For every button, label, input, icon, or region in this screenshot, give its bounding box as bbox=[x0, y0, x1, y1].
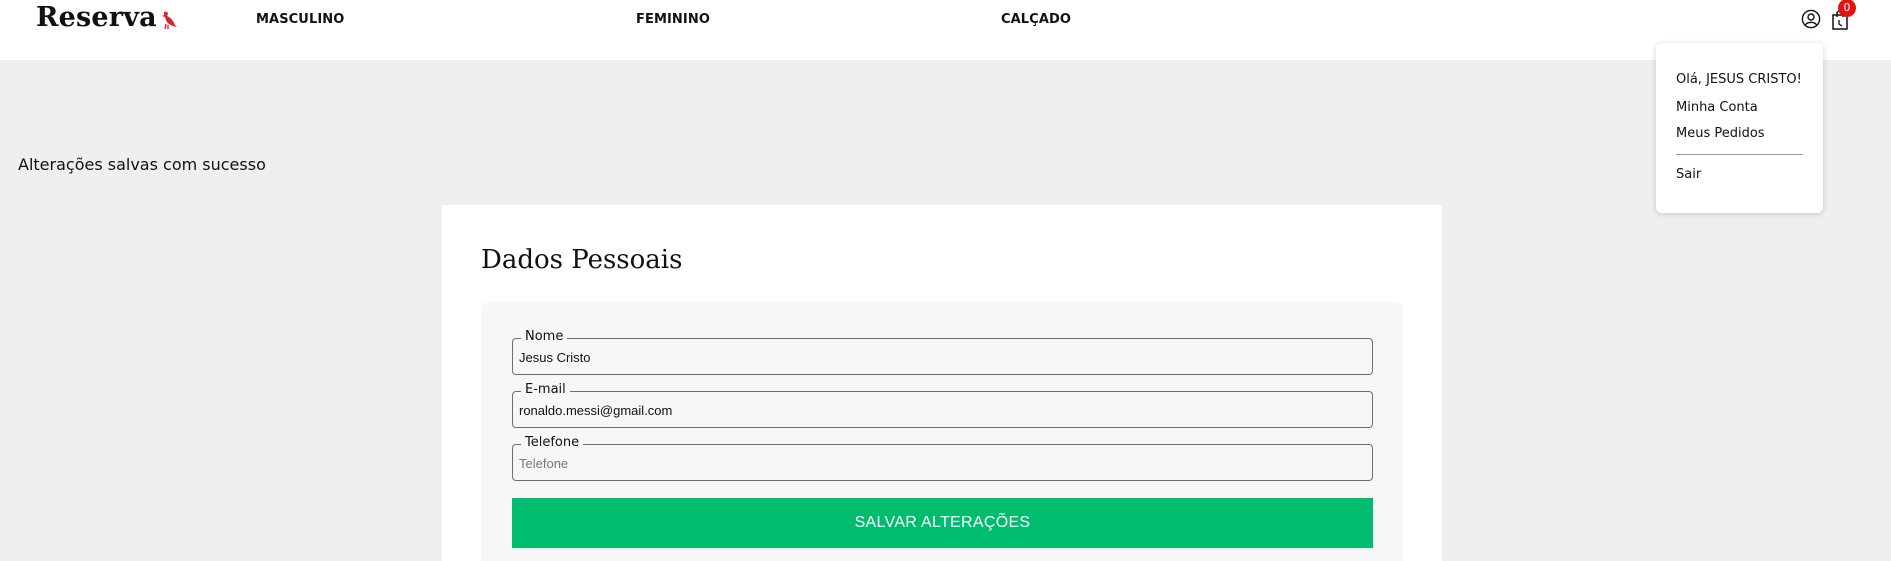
phone-field-label: Telefone bbox=[521, 436, 584, 450]
form-panel: Nome E-mail Telefone SALVAR ALTERAÇÕES bbox=[481, 302, 1403, 561]
email-field[interactable] bbox=[519, 401, 1359, 419]
save-changes-button[interactable]: SALVAR ALTERAÇÕES bbox=[512, 498, 1373, 548]
personal-data-card: Dados Pessoais Nome E-mail Telefone SALV… bbox=[442, 205, 1442, 561]
user-greeting: Olá, JESUS CRISTO! bbox=[1676, 72, 1802, 87]
phone-field[interactable] bbox=[519, 454, 1359, 472]
name-field[interactable] bbox=[519, 348, 1359, 366]
phone-field-wrapper: Telefone bbox=[512, 436, 1373, 481]
menu-divider bbox=[1676, 154, 1803, 155]
site-header: Reserva MASCULINO FEMININO CALÇADO 0 bbox=[0, 0, 1891, 60]
cart-count-badge: 0 bbox=[1838, 0, 1856, 17]
bird-icon bbox=[160, 6, 178, 37]
menu-item-minha-conta[interactable]: Minha Conta bbox=[1676, 100, 1758, 115]
email-field-wrapper: E-mail bbox=[512, 383, 1373, 428]
name-field-wrapper: Nome bbox=[512, 330, 1373, 375]
nav-masculino[interactable]: MASCULINO bbox=[256, 12, 344, 27]
user-menu-dropdown: Olá, JESUS CRISTO! Minha Conta Meus Pedi… bbox=[1656, 43, 1823, 213]
nav-feminino[interactable]: FEMININO bbox=[636, 12, 710, 27]
name-field-label: Nome bbox=[521, 330, 568, 344]
user-icon[interactable] bbox=[1801, 9, 1821, 29]
email-field-label: E-mail bbox=[521, 383, 570, 397]
brand-logo-text: Reserva bbox=[36, 2, 157, 33]
menu-item-meus-pedidos[interactable]: Meus Pedidos bbox=[1676, 126, 1765, 141]
page-title: Dados Pessoais bbox=[481, 245, 683, 275]
brand-logo[interactable]: Reserva bbox=[36, 2, 178, 37]
logout-link[interactable]: Sair bbox=[1676, 167, 1701, 182]
success-message: Alterações salvas com sucesso bbox=[18, 155, 266, 174]
nav-calcado[interactable]: CALÇADO bbox=[1001, 12, 1071, 27]
